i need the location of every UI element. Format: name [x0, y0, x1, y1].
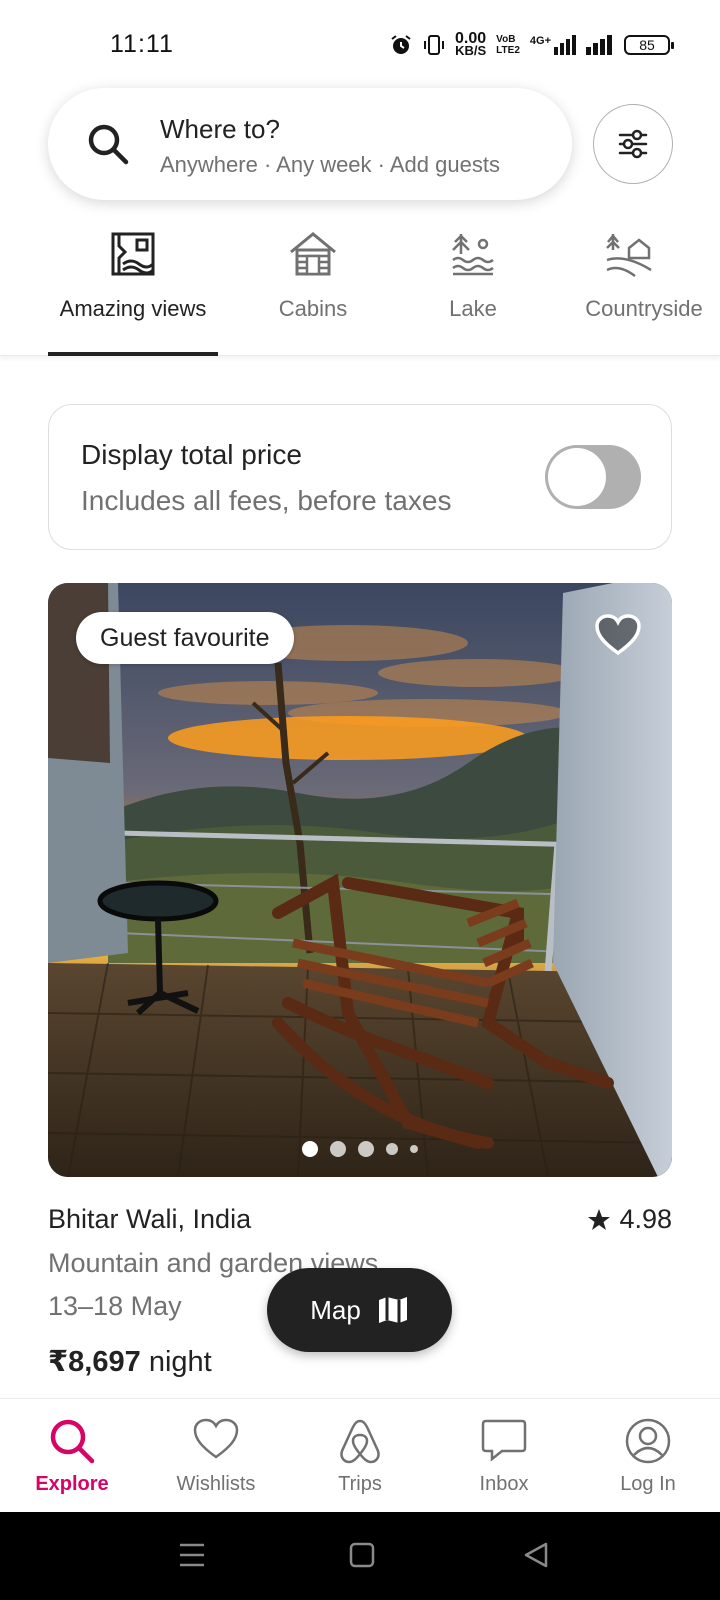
user-circle-icon: [625, 1418, 671, 1464]
system-navigation-bar: [0, 1512, 720, 1600]
pagination-dot: [410, 1145, 418, 1153]
nav-trips[interactable]: Trips: [288, 1399, 432, 1513]
status-time: 11:11: [110, 30, 174, 58]
tab-label: Cabins: [278, 296, 348, 321]
listing-photo[interactable]: Guest favourite: [48, 583, 672, 1177]
price-toggle-title: Display total price: [81, 439, 302, 470]
nav-explore[interactable]: Explore: [0, 1399, 144, 1513]
map-button[interactable]: Map: [267, 1268, 452, 1352]
guest-favourite-badge: Guest favourite: [76, 612, 294, 664]
toggle-knob: [548, 448, 606, 506]
price-toggle-subtitle: Includes all fees, before taxes: [81, 485, 452, 516]
map-button-label: Map: [310, 1294, 361, 1325]
search-icon: [50, 1419, 95, 1464]
tab-label: Countryside: [585, 296, 703, 321]
heart-icon: [193, 1418, 239, 1459]
pagination-dot: [386, 1143, 398, 1155]
signal-4g-icon: 4G+: [530, 35, 576, 55]
pagination-dot: [302, 1141, 318, 1157]
search-title: Where to?: [160, 114, 280, 144]
active-tab-indicator: [48, 352, 218, 356]
back-icon[interactable]: [522, 1540, 550, 1570]
home-icon[interactable]: [348, 1540, 376, 1570]
bottom-navigation: Explore Wishlists Trips Inbox Log In: [0, 1398, 720, 1512]
tab-cabins[interactable]: Cabins: [248, 220, 378, 356]
airbnb-logo-icon: [340, 1419, 380, 1464]
listing-rating: 4.98: [587, 1204, 672, 1235]
price-unit: night: [148, 1346, 212, 1378]
nav-inbox[interactable]: Inbox: [432, 1399, 576, 1513]
network-speed: 0.00 KB/S: [455, 30, 487, 58]
nav-label: Explore: [35, 1473, 109, 1495]
tab-amazing-views[interactable]: Amazing views: [48, 220, 218, 356]
category-tabs: Amazing views Cabins Lake Countryside: [0, 220, 720, 356]
nav-label: Wishlists: [176, 1473, 256, 1495]
filters-button[interactable]: [593, 104, 673, 184]
nav-log-in[interactable]: Log In: [576, 1399, 720, 1513]
tab-lake[interactable]: Lake: [413, 220, 533, 356]
signal-icon: [586, 35, 612, 55]
nav-label: Trips: [338, 1473, 382, 1495]
search-bar[interactable]: Where to? Anywhere · Any week · Add gues…: [48, 88, 572, 200]
wishlist-heart-icon[interactable]: [594, 613, 642, 657]
pagination-dot: [330, 1141, 346, 1157]
message-icon: [481, 1419, 527, 1462]
search-icon: [88, 124, 129, 165]
listing-price: ₹8,697 night: [48, 1344, 212, 1379]
listing-title[interactable]: Bhitar Wali, India: [48, 1204, 251, 1235]
total-price-toggle[interactable]: [545, 445, 641, 509]
nav-label: Inbox: [479, 1473, 529, 1495]
nav-wishlists[interactable]: Wishlists: [144, 1399, 288, 1513]
tab-countryside[interactable]: Countryside: [568, 220, 720, 356]
amazing-views-icon: [111, 232, 155, 276]
menu-icon[interactable]: [178, 1540, 206, 1570]
lake-icon: [452, 234, 494, 276]
star-icon: [588, 1208, 611, 1230]
status-icons: 0.00 KB/S VoB LTE2 4G+ 85: [389, 30, 674, 60]
listing-dates: 13–18 May: [48, 1291, 182, 1321]
pagination-dot: [358, 1141, 374, 1157]
volte-indicator: VoB LTE2: [496, 34, 520, 56]
alarm-icon: [391, 35, 411, 54]
filter-sliders-icon: [618, 129, 648, 159]
listing-photo-image: [48, 583, 672, 1177]
countryside-icon: [605, 234, 652, 278]
nav-label: Log In: [620, 1473, 676, 1495]
rating-value: 4.98: [619, 1204, 672, 1234]
display-total-price-card: Display total price Includes all fees, b…: [48, 404, 672, 550]
vibrate-icon: [424, 35, 445, 55]
photo-pagination-dots: [48, 1141, 672, 1157]
battery-indicator: 85: [624, 35, 674, 55]
price-amount: ₹8,697: [48, 1346, 141, 1378]
search-subtitle: Anywhere · Any week · Add guests: [160, 152, 500, 177]
cabins-icon: [290, 232, 336, 276]
tab-label: Lake: [449, 296, 497, 321]
status-bar: 11:11 0.00 KB/S VoB LTE2 4G+ 85: [0, 0, 720, 80]
tab-label: Amazing views: [59, 296, 207, 321]
map-icon: [378, 1297, 407, 1323]
